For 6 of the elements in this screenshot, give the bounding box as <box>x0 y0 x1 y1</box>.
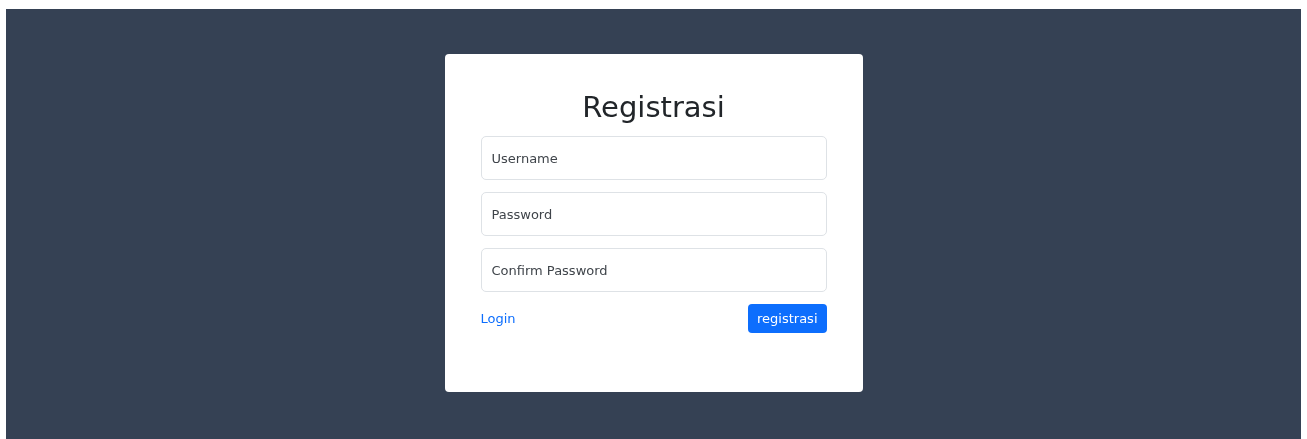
register-button[interactable]: registrasi <box>748 304 827 333</box>
page-title: Registrasi <box>582 90 725 124</box>
input-field[interactable]: Username <box>480 136 827 180</box>
input-field[interactable]: Password <box>480 192 827 236</box>
login-link[interactable]: Login <box>480 311 516 326</box>
input-field[interactable]: Confirm Password <box>480 248 827 292</box>
